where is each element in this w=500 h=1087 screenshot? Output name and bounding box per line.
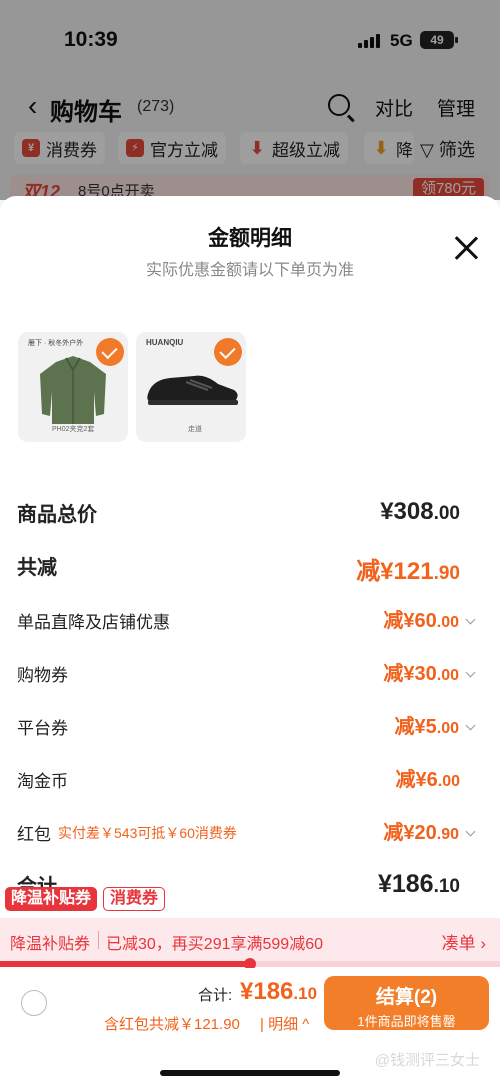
row-taojinbi: 淘金币 减¥6.00 <box>0 761 500 797</box>
row-amount: ¥308.00 <box>380 498 460 525</box>
detail-toggle[interactable]: | 明细 ^ <box>260 1013 309 1034</box>
checkout-sublabel: 1件商品即将售罄 <box>357 1014 456 1029</box>
footer-total-label: 合计: <box>198 987 233 1004</box>
overlay-dim[interactable] <box>0 0 500 200</box>
consumer-coupon-tag: 消费券 <box>103 887 166 911</box>
row-shopping-coupon[interactable]: 购物券 减¥30.00 <box>0 655 500 691</box>
row-amount: 减¥20.90 <box>383 816 476 845</box>
subsidy-progress <box>0 958 500 970</box>
row-subtotal: 商品总价 ¥308.00 <box>0 496 500 532</box>
select-all-radio[interactable] <box>21 990 47 1016</box>
row-note: 实付差￥543可抵￥60消费券 <box>58 825 237 841</box>
row-label: 平台券 <box>17 719 68 738</box>
row-label: 淘金币 <box>17 772 68 791</box>
coupon-tags: 降温补贴券 消费券 <box>5 887 166 911</box>
progress-fill <box>0 961 250 967</box>
row-label: 红包 <box>17 825 51 844</box>
checkout-button[interactable]: 结算(2) 1件商品即将售罄 <box>324 976 489 1030</box>
sheet-subtitle: 实际优惠金额请以下单页为准 <box>145 262 354 279</box>
row-amount: 减¥60.00 <box>383 604 476 633</box>
subsidy-bar[interactable]: 降温补贴券 已减30，再买291享满599减60 凑单 › <box>0 918 500 962</box>
row-total-discount: 共减 减¥121.90 <box>0 549 500 585</box>
checkout-footer: 合计: ¥186.10 含红包共减￥121.90 | 明细 ^ 结算(2) 1件… <box>0 968 500 1087</box>
check-icon[interactable] <box>214 338 242 366</box>
check-icon[interactable] <box>96 338 124 366</box>
subsidy-text: 已减30，再买291享满599减60 <box>106 936 323 953</box>
footer-discount-text: 含红包共减￥121.90 <box>104 1016 240 1033</box>
home-indicator[interactable] <box>160 1070 340 1076</box>
row-label: 商品总价 <box>17 504 97 526</box>
product-thumb-sneaker[interactable]: HUANQIU 走道 <box>136 332 246 442</box>
close-icon[interactable] <box>454 236 478 260</box>
row-label: 共减 <box>17 557 57 579</box>
chevron-down-icon <box>465 667 476 678</box>
row-red-packet[interactable]: 红包 实付差￥543可抵￥60消费券 减¥20.90 <box>0 814 500 850</box>
product-thumb-jacket[interactable]: 雁下 · 秋冬外户外 PH02夹克2套 <box>18 332 128 442</box>
watermark: @钱测评三女士 <box>374 1052 480 1069</box>
divider <box>98 931 99 949</box>
amount-detail-sheet: 金额明细 实际优惠金额请以下单页为准 雁下 · 秋冬外户外 PH02夹克2套 H… <box>0 196 500 1087</box>
cooling-subsidy-tag: 降温补贴券 <box>5 887 98 911</box>
chevron-down-icon <box>465 614 476 625</box>
chevron-down-icon <box>465 720 476 731</box>
row-direct-discount[interactable]: 单品直降及店铺优惠 减¥60.00 <box>0 602 500 638</box>
product-model: 走道 <box>188 426 202 433</box>
checkout-label: 结算(2) <box>375 987 438 1008</box>
row-platform-coupon[interactable]: 平台券 减¥5.00 <box>0 708 500 744</box>
row-amount: ¥186.10 <box>377 870 460 898</box>
row-label: 购物券 <box>17 666 68 685</box>
row-amount: 减¥121.90 <box>356 558 460 585</box>
row-amount: 减¥6.00 <box>395 769 461 791</box>
chevron-down-icon <box>465 826 476 837</box>
product-model: PH02夹克2套 <box>52 426 95 433</box>
subsidy-title: 降温补贴券 <box>10 936 91 953</box>
add-items-link[interactable]: 凑单 › <box>442 929 486 954</box>
row-label: 单品直降及店铺优惠 <box>17 613 170 632</box>
row-amount: 减¥5.00 <box>395 710 476 739</box>
footer-total-amount: ¥186.10 <box>240 978 318 1005</box>
sheet-title: 金额明细 <box>208 227 292 250</box>
row-amount: 减¥30.00 <box>383 657 476 686</box>
